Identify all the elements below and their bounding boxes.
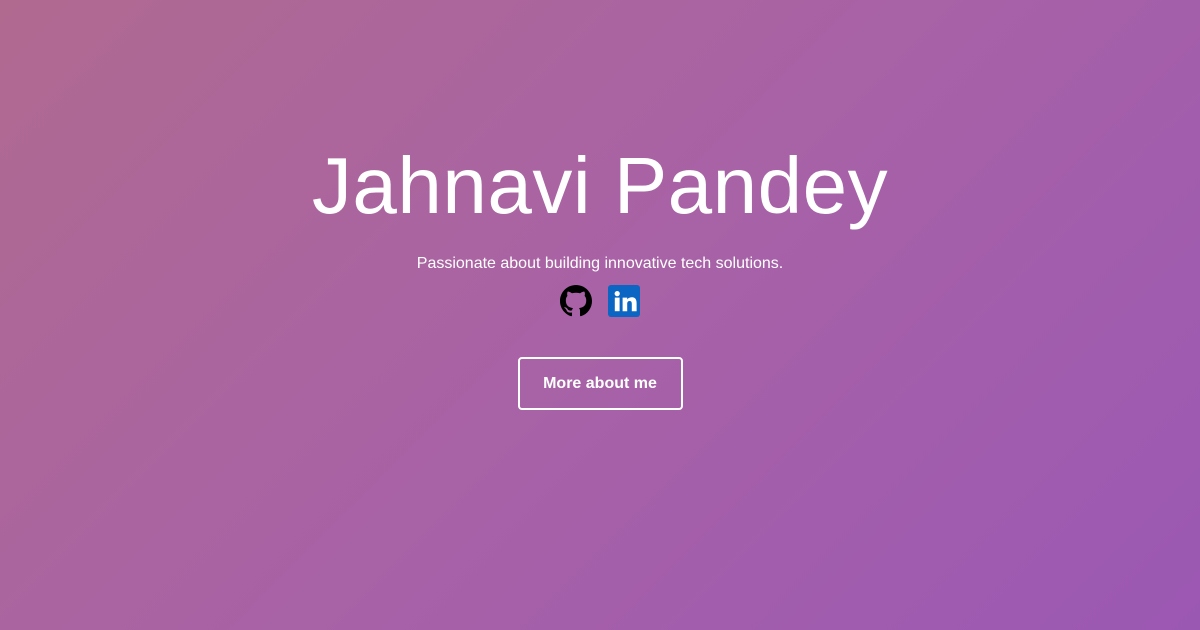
- more-about-me-button[interactable]: More about me: [517, 357, 683, 410]
- linkedin-link[interactable]: [608, 285, 640, 317]
- social-links: [560, 285, 640, 317]
- hero-tagline: Passionate about building innovative tec…: [416, 255, 784, 272]
- linkedin-icon: [608, 285, 640, 317]
- hero-content: Jahnavi Pandey Passionate about building…: [0, 136, 1200, 410]
- hero-name: Jahnavi Pandey: [311, 141, 889, 230]
- github-icon: [560, 285, 592, 317]
- github-link[interactable]: [560, 285, 592, 317]
- hero-section: Jahnavi Pandey Passionate about building…: [0, 0, 1200, 630]
